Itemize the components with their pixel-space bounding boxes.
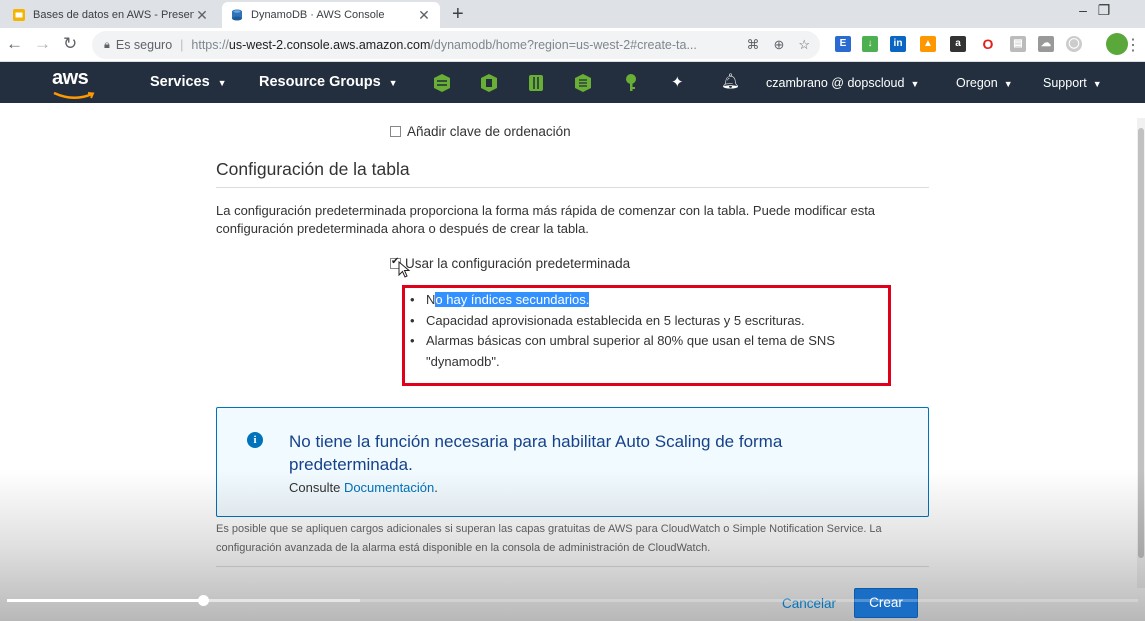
new-tab-button[interactable]: +	[452, 3, 464, 26]
video-scrubber-handle[interactable]	[197, 595, 209, 606]
sort-key-option[interactable]: Añadir clave de ordenación	[390, 124, 571, 139]
use-default-option[interactable]: Usar la configuración predeterminada	[390, 256, 630, 271]
tab-title: Bases de datos en AWS - Present	[33, 9, 194, 21]
aws-smile-icon	[53, 91, 95, 99]
create-button[interactable]: Crear	[854, 588, 918, 618]
extension-cloud-icon[interactable]: ☁	[1038, 36, 1054, 52]
chevron-down-icon: ▼	[910, 79, 920, 89]
aws-logo[interactable]: aws	[52, 67, 98, 99]
linkedin-icon[interactable]: in	[890, 36, 906, 52]
service-shortcut-icon[interactable]	[433, 73, 451, 93]
extension-calendar-icon[interactable]: E	[835, 36, 851, 52]
url-scheme: https://	[191, 38, 229, 52]
extension-pdf-icon[interactable]: ▤	[1010, 36, 1026, 52]
extension-circle-icon[interactable]: ◯	[1066, 36, 1082, 52]
translate-icon[interactable]: ⌘	[746, 37, 759, 53]
mouse-cursor-icon	[398, 261, 411, 278]
service-shortcut-icon[interactable]	[480, 73, 498, 93]
consult-label: Consulte	[289, 480, 341, 495]
video-progress-bar[interactable]	[7, 595, 1138, 606]
period-text: .	[434, 480, 438, 495]
omnibox-actions: ⌘ ⊕ ☆	[746, 37, 810, 53]
pin-icon[interactable]: ✦	[671, 73, 684, 91]
url-host: us-west-2.console.aws.amazon.com	[228, 38, 431, 52]
support-label: Support	[1043, 76, 1087, 90]
service-shortcut-icon[interactable]	[574, 73, 592, 93]
info-icon: i	[247, 432, 263, 448]
table-config-title: Configuración de la tabla	[216, 159, 410, 179]
close-tab-icon[interactable]: ✕	[416, 7, 432, 24]
resource-groups-label: Resource Groups	[259, 74, 381, 90]
restore-window-icon[interactable]: ❐	[1084, 2, 1124, 19]
highlight-annotation-box	[402, 285, 891, 386]
bell-icon[interactable]: 🔔︎	[721, 72, 740, 90]
table-config-description: La configuración predeterminada proporci…	[216, 203, 876, 236]
service-shortcut-icon[interactable]	[527, 73, 545, 93]
forward-icon[interactable]: →	[34, 34, 51, 54]
service-shortcut-icon[interactable]	[622, 73, 640, 93]
tab-dynamodb[interactable]: DynamoDB · AWS Console ✕	[222, 2, 440, 28]
scrollbar-thumb[interactable]	[1138, 128, 1144, 558]
support-menu[interactable]: Support ▼	[1043, 76, 1102, 90]
sort-key-label: Añadir clave de ordenación	[407, 124, 571, 139]
video-played-bar	[7, 599, 203, 602]
aws-navbar: aws Services ▼ Resource Groups ▼ ✦ 🔔︎ czam…	[0, 62, 1145, 103]
sort-key-checkbox[interactable]	[390, 126, 401, 137]
account-label: czambrano @ dopscloud	[766, 76, 905, 90]
security-label: Es seguro	[115, 38, 173, 52]
tab-title: DynamoDB · AWS Console	[251, 9, 385, 21]
info-alert-title: No tiene la función necesaria para habil…	[289, 432, 783, 474]
use-default-label: Usar la configuración predeterminada	[405, 256, 631, 271]
zoom-icon[interactable]: ⊕	[773, 37, 784, 53]
url-path: /dynamodb/home?region=us-west-2#create-t…	[430, 38, 697, 52]
close-tab-icon[interactable]: ✕	[194, 7, 210, 24]
chevron-down-icon: ▼	[1092, 79, 1102, 89]
chevron-down-icon: ▼	[388, 78, 398, 88]
charges-footnote: Es posible que se apliquen cargos adicio…	[216, 523, 882, 554]
extension-download-icon[interactable]: ↓	[862, 36, 878, 52]
extension-amazon-icon[interactable]: a	[950, 36, 966, 52]
chevron-down-icon: ▼	[1003, 79, 1013, 89]
back-icon[interactable]: ←	[6, 34, 23, 54]
bookmark-star-icon[interactable]: ☆	[798, 37, 810, 53]
section-divider	[216, 187, 929, 188]
browser-toolbar: ← → ↻ 🔒︎ Es seguro | https://us-west-2.c…	[0, 28, 1145, 62]
tab-presentation[interactable]: Bases de datos en AWS - Present ✕	[4, 2, 218, 28]
resource-groups-menu[interactable]: Resource Groups ▼	[259, 74, 398, 90]
browser-tab-strip: Bases de datos en AWS - Present ✕ Dynamo…	[0, 0, 1145, 28]
services-label: Services	[150, 74, 210, 90]
documentation-link[interactable]: Documentación	[344, 480, 434, 495]
reload-icon[interactable]: ↻	[63, 34, 77, 54]
footer-divider	[216, 566, 929, 567]
page-scrollbar[interactable]	[1137, 118, 1145, 588]
region-menu[interactable]: Oregon ▼	[956, 76, 1013, 90]
services-menu[interactable]: Services ▼	[150, 74, 227, 90]
slides-icon	[13, 9, 25, 21]
extension-triangle-icon[interactable]: ▲	[920, 36, 936, 52]
opera-icon[interactable]: O	[980, 36, 996, 52]
aws-logo-text: aws	[52, 67, 89, 89]
lock-icon: 🔒︎	[104, 38, 110, 51]
autoscaling-info-alert: i No tiene la función necesaria para hab…	[216, 407, 929, 517]
address-bar[interactable]: 🔒︎ Es seguro | https://us-west-2.console…	[92, 31, 820, 59]
region-label: Oregon	[956, 76, 998, 90]
browser-menu-icon[interactable]: ⋮	[1125, 35, 1141, 55]
info-alert-subtext: Consulte Documentación.	[289, 480, 438, 495]
address-separator: |	[180, 38, 184, 52]
chevron-down-icon: ▼	[217, 78, 227, 88]
dynamodb-icon	[232, 9, 242, 21]
account-menu[interactable]: czambrano @ dopscloud ▼	[766, 76, 919, 90]
